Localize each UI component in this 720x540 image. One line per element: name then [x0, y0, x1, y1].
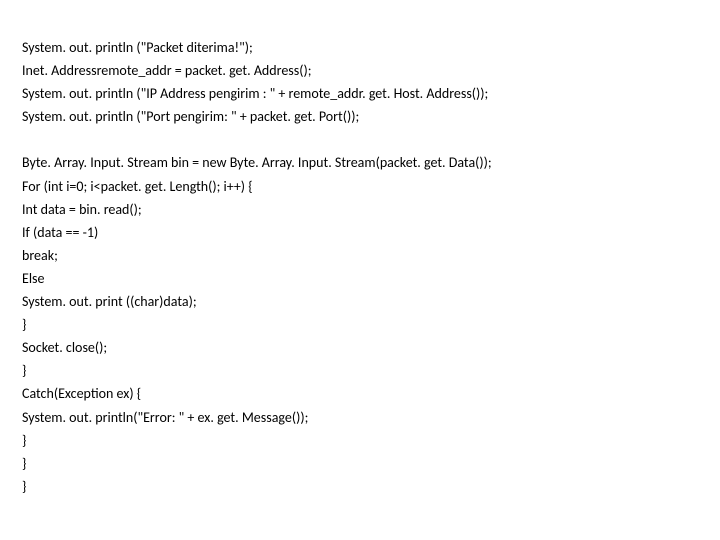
- code-line: }: [22, 452, 720, 475]
- code-line: Else: [22, 267, 720, 290]
- code-line: Catch(Exception ex) {: [22, 382, 720, 405]
- code-line: break;: [22, 244, 720, 267]
- code-line: Byte. Array. Input. Stream bin = new Byt…: [22, 151, 720, 174]
- code-line: For (int i=0; i<packet. get. Length(); i…: [22, 175, 720, 198]
- code-line: System. out. print ((char)data);: [22, 290, 720, 313]
- code-line: System. out. println ("IP Address pengir…: [22, 82, 720, 105]
- code-line: If (data == -1): [22, 221, 720, 244]
- code-line: System. out. println("Error: " + ex. get…: [22, 406, 720, 429]
- code-line: Int data = bin. read();: [22, 198, 720, 221]
- code-line: System. out. println ("Port pengirim: " …: [22, 105, 720, 128]
- code-line: }: [22, 313, 720, 336]
- blank-line: [22, 128, 720, 151]
- code-line: }: [22, 475, 720, 498]
- code-line: Socket. close();: [22, 336, 720, 359]
- code-block: System. out. println ("Packet diterima!"…: [0, 0, 720, 498]
- code-line: }: [22, 359, 720, 382]
- code-line: Inet. Addressremote_addr = packet. get. …: [22, 59, 720, 82]
- code-line: System. out. println ("Packet diterima!"…: [22, 36, 720, 59]
- code-line: }: [22, 429, 720, 452]
